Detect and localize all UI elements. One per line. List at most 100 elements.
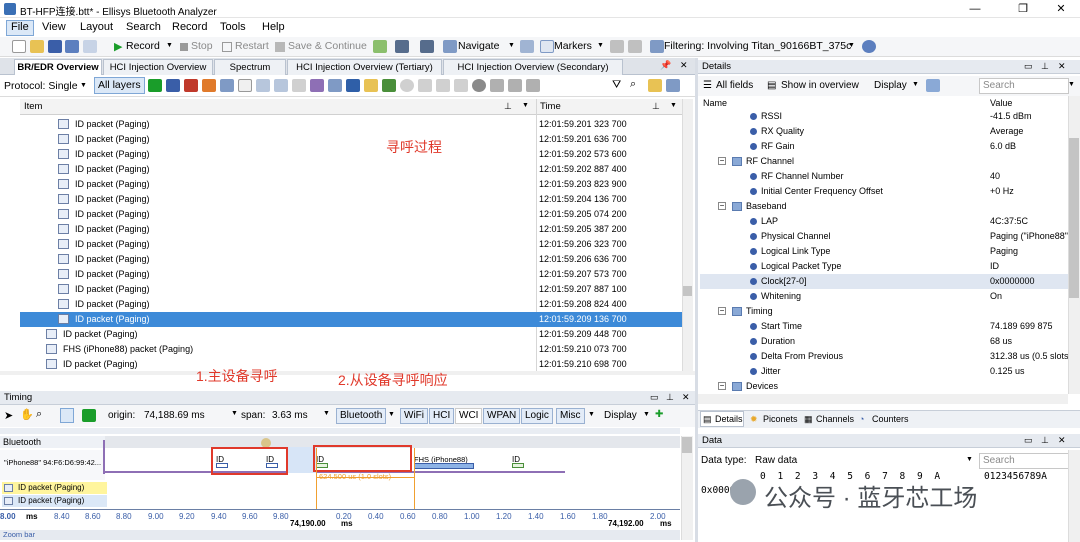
- tab-spectrum[interactable]: Spectrum: [214, 59, 286, 75]
- details-field-row[interactable]: RF Channel Number 40: [700, 169, 1068, 184]
- menu-search[interactable]: Search: [122, 21, 165, 33]
- all-fields-icon[interactable]: ☰: [703, 80, 712, 91]
- reset-icon[interactable]: [420, 40, 434, 53]
- record-icon[interactable]: ▶: [114, 40, 122, 53]
- column-sort-icon[interactable]: ▼: [522, 102, 529, 109]
- origin-value[interactable]: 74,188.69 ms: [144, 410, 205, 421]
- filter-icon[interactable]: [650, 40, 664, 53]
- details-group-row[interactable]: − Baseband: [700, 199, 1068, 214]
- collapse-icon[interactable]: −: [718, 202, 726, 210]
- tab-details[interactable]: Details: [715, 414, 743, 424]
- protocol-dropdown-icon[interactable]: ▼: [80, 82, 87, 89]
- filter-hci-button[interactable]: HCI: [429, 408, 455, 424]
- close-button[interactable]: ✕: [1048, 1, 1074, 17]
- timing-panel-pin-icon[interactable]: ⊥: [666, 392, 674, 403]
- pin-icon[interactable]: 📌: [660, 60, 671, 71]
- menu-view[interactable]: View: [38, 21, 70, 33]
- timing-panel-menu-icon[interactable]: ▭: [650, 392, 659, 403]
- details-copy-icon[interactable]: [926, 79, 940, 92]
- origin-dropdown-icon[interactable]: ▼: [231, 410, 238, 417]
- funnel-icon[interactable]: ⛛: [612, 79, 621, 92]
- table-row[interactable]: ID packet (Paging) 12:01:59.205 074 200: [20, 207, 682, 222]
- table-row[interactable]: ID packet (Paging) 12:01:59.202 573 600: [20, 147, 682, 162]
- menu-layout[interactable]: Layout: [76, 21, 117, 33]
- filter-logic-button[interactable]: Logic: [521, 408, 553, 424]
- filter-check-icon[interactable]: [373, 40, 387, 53]
- details-field-row[interactable]: Start Time 74.189 699 875: [700, 319, 1068, 334]
- tab-close-icon[interactable]: ✕: [680, 60, 688, 71]
- layer-icon-14[interactable]: [526, 79, 540, 92]
- menu-record[interactable]: Record: [168, 21, 211, 33]
- time-sort-icon[interactable]: ▼: [670, 102, 677, 109]
- data-close-icon[interactable]: ✕: [1058, 435, 1066, 446]
- details-col-name[interactable]: Name: [703, 98, 727, 108]
- layer-icon-1[interactable]: [256, 79, 270, 92]
- details-field-row[interactable]: Clock[27-0] 0x0000000: [700, 274, 1068, 289]
- export-icon[interactable]: [83, 40, 97, 53]
- filter-misc-button[interactable]: Misc: [556, 408, 585, 424]
- span-value[interactable]: 3.63 ms: [272, 410, 308, 421]
- navigate-button[interactable]: Navigate: [458, 40, 499, 52]
- table-row[interactable]: ID packet (Paging) 12:01:59.205 387 200: [20, 222, 682, 237]
- layer-icon-13[interactable]: [508, 79, 522, 92]
- graph-icon[interactable]: [220, 79, 234, 92]
- restart-icon[interactable]: [222, 42, 232, 52]
- table-row[interactable]: ID packet (Paging) 12:01:59.204 136 700: [20, 192, 682, 207]
- data-type-select[interactable]: Raw data: [755, 455, 797, 466]
- pointer-icon[interactable]: ➤: [4, 409, 13, 422]
- layer-icon-6[interactable]: [382, 79, 396, 92]
- details-field-row[interactable]: Initial Center Frequency Offset +0 Hz: [700, 184, 1068, 199]
- details-field-row[interactable]: Whitening On: [700, 289, 1068, 304]
- new-file-icon[interactable]: [12, 40, 26, 53]
- open-folder-icon[interactable]: [30, 40, 44, 53]
- restart-button[interactable]: Restart: [235, 40, 269, 52]
- tab-hci-injection-overview[interactable]: HCI Injection Overview: [103, 59, 213, 75]
- data-menu-icon[interactable]: ▭: [1024, 435, 1033, 446]
- maximize-button[interactable]: ❐: [1010, 1, 1036, 17]
- all-layers-button[interactable]: All layers: [94, 77, 145, 94]
- layer-icon-11[interactable]: [472, 79, 486, 92]
- data-pin-icon[interactable]: ⊥: [1041, 435, 1049, 446]
- details-field-row[interactable]: Logical Packet Type ID: [700, 259, 1068, 274]
- marker-add-icon[interactable]: [82, 409, 96, 422]
- column-time-header[interactable]: Time: [540, 101, 561, 112]
- menu-file[interactable]: File: [6, 20, 34, 36]
- mouse-icon[interactable]: [292, 79, 306, 92]
- details-hscrollbar[interactable]: [698, 394, 1068, 404]
- list-scroll-thumb[interactable]: [683, 286, 692, 296]
- details-field-row[interactable]: RF Gain 6.0 dB: [700, 139, 1068, 154]
- details-field-row[interactable]: RSSI -41.5 dBm: [700, 109, 1068, 124]
- record-dropdown-icon[interactable]: ▼: [166, 42, 173, 49]
- settings-icon[interactable]: [395, 40, 409, 53]
- marker-prev-icon[interactable]: [610, 40, 624, 53]
- back-arrow-icon[interactable]: [148, 79, 162, 92]
- details-field-row[interactable]: Logical Link Type Paging: [700, 244, 1068, 259]
- save-continue-button[interactable]: Save & Continue: [288, 40, 367, 52]
- all-fields-button[interactable]: All fields: [716, 80, 753, 91]
- layout-icon[interactable]: [60, 408, 74, 423]
- table-row[interactable]: ID packet (Paging) 12:01:59.201 323 700: [20, 117, 682, 132]
- details-pin-icon[interactable]: ⊥: [1041, 61, 1049, 72]
- list-scrollbar[interactable]: [682, 99, 693, 371]
- filter-wpan-button[interactable]: WPAN: [483, 408, 521, 424]
- details-menu-icon[interactable]: ▭: [1024, 61, 1033, 72]
- navigate-dropdown-icon[interactable]: ▼: [508, 42, 515, 49]
- details-field-row[interactable]: Physical Channel Paging ("iPhone88": [700, 229, 1068, 244]
- table-row[interactable]: FHS (iPhone88) packet (Paging) 12:01:59.2…: [20, 342, 682, 357]
- table-row[interactable]: ID packet (Paging) 12:01:59.203 823 900: [20, 177, 682, 192]
- details-display-menu[interactable]: Display: [874, 80, 907, 91]
- table-row[interactable]: ID packet (Paging) 12:01:59.206 636 700: [20, 252, 682, 267]
- details-group-row[interactable]: − Devices: [700, 379, 1068, 394]
- data-scrollbar[interactable]: [1068, 450, 1080, 542]
- details-col-value[interactable]: Value: [990, 98, 1012, 108]
- details-field-row[interactable]: Delta From Previous 312.38 us (0.5 slots: [700, 349, 1069, 364]
- details-group-row[interactable]: − RF Channel: [700, 154, 1068, 169]
- menu-tools[interactable]: Tools: [216, 21, 250, 33]
- details-field-row[interactable]: RX Quality Average: [700, 124, 1068, 139]
- tab-br-edr-overview[interactable]: BR/EDR Overview: [14, 59, 102, 75]
- tab-piconets[interactable]: Piconets: [763, 414, 798, 424]
- columns-icon[interactable]: [666, 79, 680, 92]
- table-row[interactable]: ID packet (Paging) 12:01:59.206 323 700: [20, 237, 682, 252]
- show-overview-button[interactable]: Show in overview: [781, 80, 859, 91]
- tab-hci-injection-tertiary[interactable]: HCI Injection Overview (Tertiary): [287, 59, 442, 75]
